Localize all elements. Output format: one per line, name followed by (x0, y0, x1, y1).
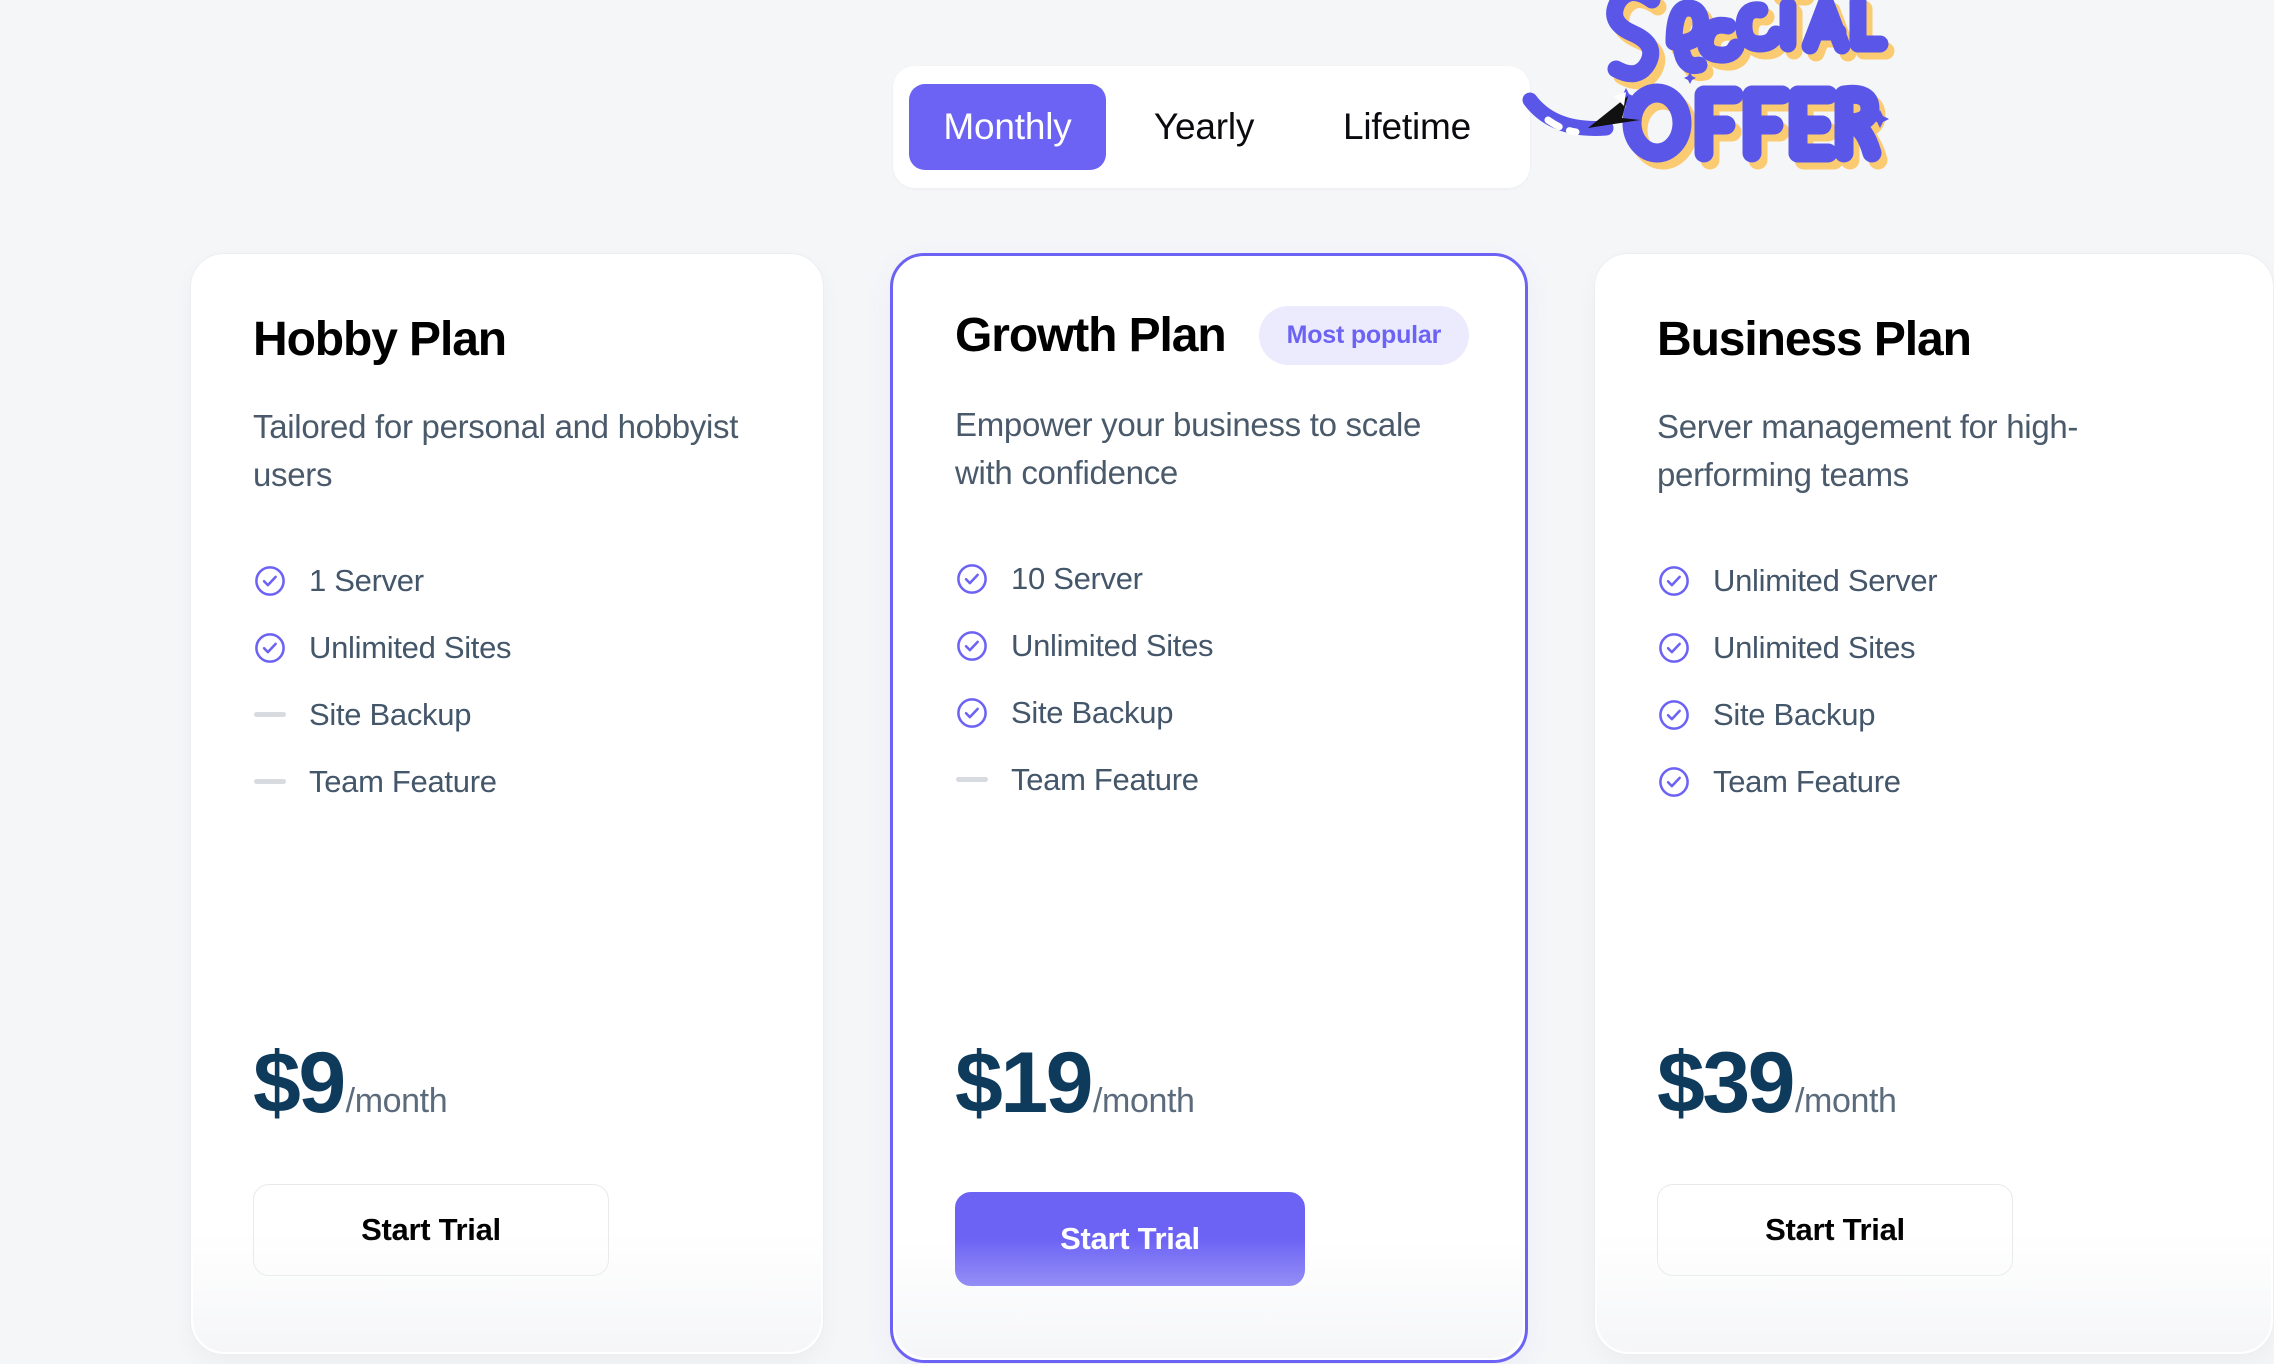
feature-label: Team Feature (309, 763, 497, 799)
feature-item: 1 Server (253, 547, 761, 614)
feature-item: 10 Server (955, 545, 1463, 612)
card-header: Growth Plan Most popular (955, 306, 1470, 365)
price-period: /month (1093, 1082, 1195, 1120)
price-amount: $9 (253, 1035, 346, 1131)
pricing-page: Monthly Yearly Lifetime Hobby Plan Tailo… (0, 0, 2274, 1364)
feature-list: 10 Server Unlimited Sites Site Backup Te… (955, 545, 1463, 813)
price-period: /month (1795, 1082, 1897, 1120)
feature-list: Unlimited Server Unlimited Sites Site Ba… (1657, 547, 2211, 815)
dash-unavailable-icon (253, 779, 309, 785)
price-amount: $39 (1657, 1035, 1796, 1131)
plan-description: Server management for high-performing te… (1657, 408, 2079, 494)
feature-label: 1 Server (309, 562, 424, 598)
dash-unavailable-icon (253, 712, 309, 718)
pricing-card-growth: Growth Plan Most popular Empower your bu… (890, 253, 1528, 1363)
feature-item: Site Backup (1657, 681, 2211, 748)
feature-item: Unlimited Sites (253, 614, 761, 681)
price-period: /month (345, 1082, 448, 1120)
price-block: $9 /month (253, 1035, 448, 1131)
card-header: Hobby Plan (253, 312, 761, 367)
price-block: $19 /month (955, 1040, 1195, 1126)
check-circle-icon (955, 629, 1011, 663)
feature-item: Site Backup (253, 681, 761, 748)
toggle-option-yearly[interactable]: Yearly (1106, 84, 1302, 170)
dash-unavailable-icon (955, 777, 1011, 783)
feature-label: Unlimited Server (1713, 562, 1938, 598)
feature-item: Team Feature (1657, 748, 2211, 815)
toggle-option-lifetime[interactable]: Lifetime (1302, 84, 1512, 170)
most-popular-badge: Most popular (1258, 306, 1470, 365)
feature-label: Team Feature (1713, 763, 1901, 799)
plan-description: Empower your business to scale with conf… (955, 406, 1422, 492)
pricing-cards: Hobby Plan Tailored for personal and hob… (0, 253, 2274, 1364)
start-trial-button[interactable]: Start Trial (955, 1192, 1305, 1286)
feature-label: 10 Server (1011, 560, 1143, 596)
feature-label: Unlimited Sites (1713, 629, 1916, 665)
check-circle-icon (955, 696, 1011, 730)
card-header: Business Plan (1657, 312, 2211, 367)
toggle-option-monthly[interactable]: Monthly (909, 84, 1106, 170)
feature-list: 1 Server Unlimited Sites Site Backup Tea… (253, 547, 761, 815)
pricing-card-hobby: Hobby Plan Tailored for personal and hob… (190, 253, 824, 1355)
check-circle-icon (253, 564, 309, 598)
feature-item: Unlimited Sites (1657, 614, 2211, 681)
feature-label: Unlimited Sites (309, 629, 512, 665)
start-trial-button[interactable]: Start Trial (1657, 1184, 2013, 1276)
feature-label: Site Backup (1011, 694, 1174, 730)
feature-label: Unlimited Sites (1011, 627, 1214, 663)
check-circle-icon (1657, 564, 1713, 598)
start-trial-button[interactable]: Start Trial (253, 1184, 609, 1276)
feature-item: Team Feature (955, 746, 1463, 813)
special-offer-graphic (1522, 0, 1902, 190)
billing-period-toggle[interactable]: Monthly Yearly Lifetime (893, 66, 1530, 188)
feature-item: Unlimited Server (1657, 547, 2211, 614)
price-block: $39 /month (1657, 1040, 1897, 1126)
feature-label: Site Backup (309, 696, 472, 732)
feature-label: Team Feature (1011, 761, 1199, 797)
pricing-card-business: Business Plan Server management for high… (1594, 253, 2274, 1355)
feature-item: Team Feature (253, 748, 761, 815)
check-circle-icon (1657, 765, 1713, 799)
plan-title: Hobby Plan (253, 313, 507, 366)
check-circle-icon (1657, 698, 1713, 732)
plan-description: Tailored for personal and hobbyist users (253, 408, 739, 494)
check-circle-icon (955, 562, 1011, 596)
plan-title: Growth Plan (955, 309, 1227, 362)
check-circle-icon (1657, 631, 1713, 665)
price-amount: $19 (955, 1035, 1094, 1131)
feature-item: Unlimited Sites (955, 612, 1463, 679)
plan-title: Business Plan (1657, 313, 1972, 366)
check-circle-icon (253, 631, 309, 665)
feature-item: Site Backup (955, 679, 1463, 746)
feature-label: Site Backup (1713, 696, 1876, 732)
curved-arrow-icon (1522, 92, 1640, 136)
